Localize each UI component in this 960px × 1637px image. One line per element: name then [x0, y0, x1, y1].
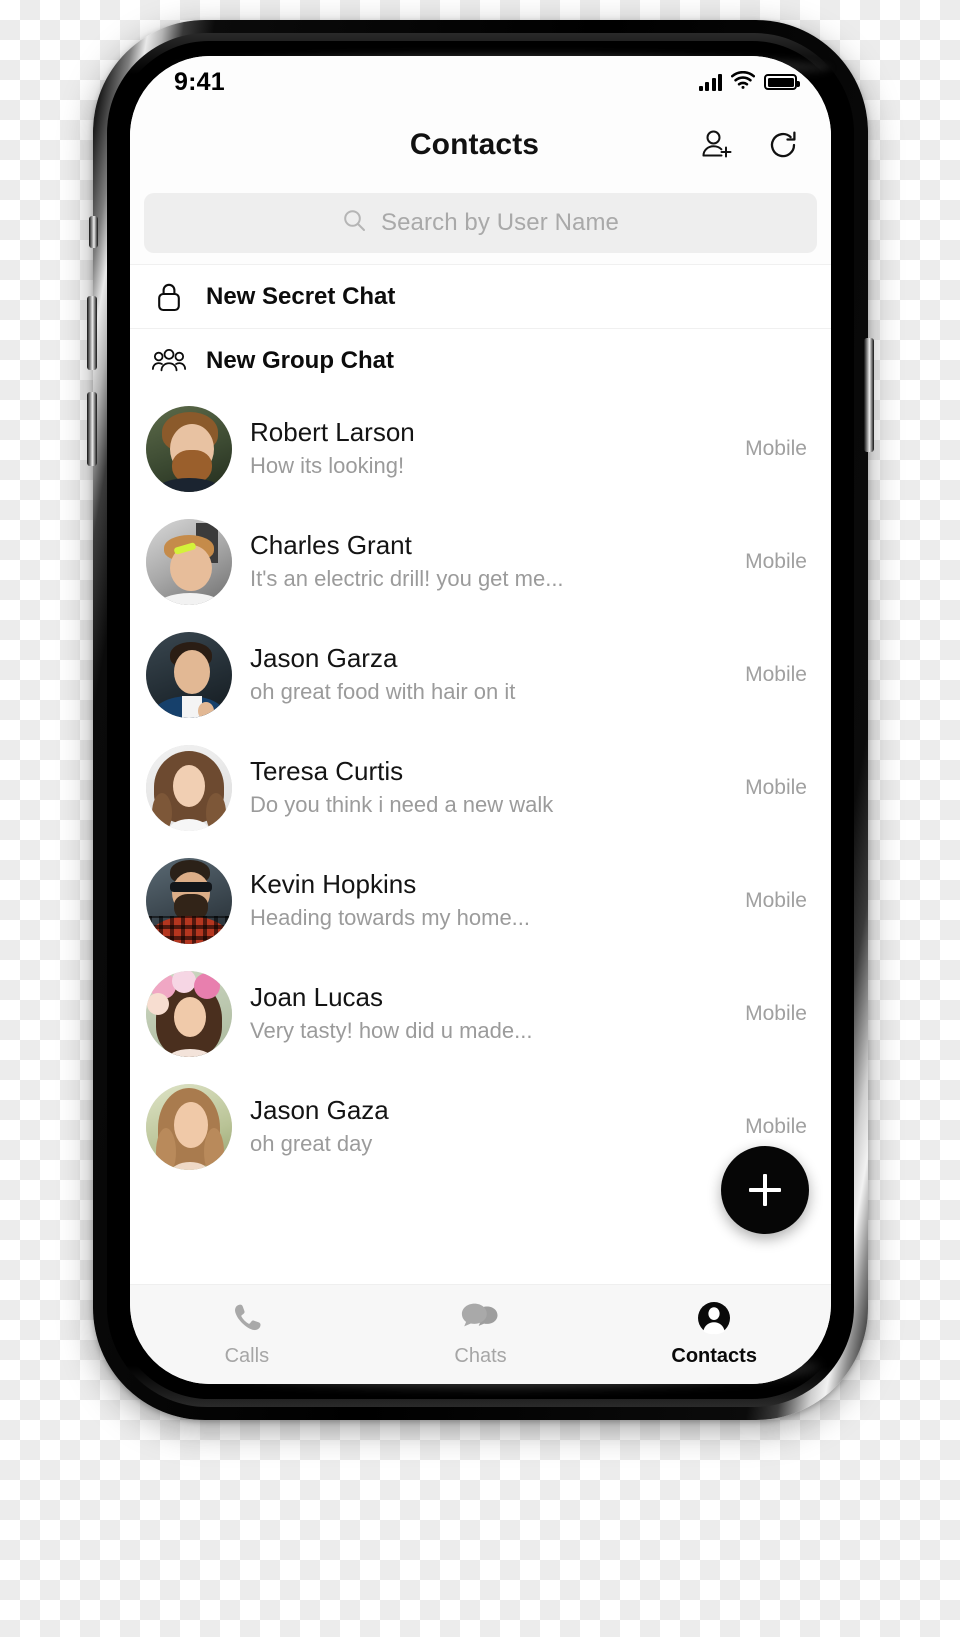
refresh-icon — [770, 131, 796, 158]
contact-list-item[interactable]: Charles Grant It's an electric drill! yo… — [130, 505, 831, 618]
header-actions — [697, 125, 803, 165]
tab-chats-label: Chats — [454, 1345, 507, 1367]
chat-bubbles-icon — [461, 1297, 501, 1339]
contact-list-item[interactable]: Jason Gaza oh great day Mobile — [130, 1070, 831, 1183]
contact-message: It's an electric drill! you get me... — [250, 566, 564, 592]
lock-icon — [152, 281, 186, 313]
contact-text: Robert Larson How its looking! — [250, 416, 727, 481]
contact-name: Teresa Curtis — [250, 755, 404, 786]
avatar — [146, 631, 232, 718]
person-filled-icon — [694, 1297, 734, 1339]
volume-up-button[interactable] — [87, 296, 97, 370]
power-button[interactable] — [864, 338, 874, 452]
phone-screen: 9:41 Contacts Search by User Name New Se… — [130, 56, 831, 1384]
contact-meta: Mobile — [745, 775, 807, 799]
contact-text: Charles Grant It's an electric drill! yo… — [250, 529, 727, 594]
phone-icon — [230, 1297, 264, 1339]
status-bar: 9:41 — [130, 56, 831, 108]
contact-list-item[interactable]: Jason Garza oh great food with hair on i… — [130, 618, 831, 731]
cellular-signal-icon — [698, 73, 722, 91]
refresh-button[interactable] — [763, 125, 803, 165]
search-placeholder: Search by User Name — [381, 209, 619, 236]
mute-switch-button[interactable] — [89, 216, 98, 248]
contact-meta: Mobile — [745, 888, 807, 912]
contact-meta: Mobile — [745, 549, 807, 573]
tab-contacts-label: Contacts — [671, 1345, 757, 1367]
person-add-icon — [702, 130, 732, 158]
volume-down-button[interactable] — [87, 392, 97, 466]
contact-text: Teresa Curtis Do you think i need a new … — [250, 755, 727, 820]
status-indicators — [698, 70, 800, 94]
contact-message: oh great day — [250, 1131, 373, 1157]
contact-meta: Mobile — [745, 662, 807, 686]
contact-name: Jason Gaza — [250, 1094, 389, 1125]
search-input[interactable]: Search by User Name — [144, 193, 817, 253]
avatar — [146, 857, 232, 944]
tab-contacts[interactable]: Contacts — [597, 1297, 831, 1368]
contact-name: Charles Grant — [250, 529, 412, 560]
battery-full-icon — [764, 74, 800, 90]
avatar — [146, 970, 232, 1057]
app-header: Contacts — [130, 108, 831, 182]
contact-meta: Mobile — [745, 436, 807, 460]
contact-name: Jason Garza — [250, 642, 398, 673]
new-group-chat-item[interactable]: New Group Chat — [130, 328, 831, 392]
phone-mockup: 9:41 Contacts Search by User Name New Se… — [87, 20, 874, 1420]
new-secret-chat-label: New Secret Chat — [206, 282, 396, 310]
contact-name: Kevin Hopkins — [250, 868, 417, 899]
contact-meta: Mobile — [745, 1114, 807, 1138]
avatar — [146, 518, 232, 605]
bottom-tab-bar: Calls Chats Contacts — [130, 1284, 831, 1384]
status-time: 9:41 — [174, 67, 225, 96]
contact-meta: Mobile — [745, 1001, 807, 1025]
contact-message: Do you think i need a new walk — [250, 792, 554, 818]
new-group-chat-label: New Group Chat — [206, 346, 395, 374]
avatar — [146, 744, 232, 831]
wifi-icon — [730, 70, 756, 94]
contact-message: Heading towards my home... — [250, 905, 531, 931]
contact-text: Kevin Hopkins Heading towards my home... — [250, 868, 727, 933]
contact-message: Very tasty! how did u made... — [250, 1018, 533, 1044]
contact-list[interactable]: Robert Larson How its looking! Mobile Ch… — [130, 392, 831, 1284]
contact-message: oh great food with hair on it — [250, 679, 516, 705]
contact-text: Jason Gaza oh great day — [250, 1094, 727, 1159]
tab-calls[interactable]: Calls — [130, 1297, 364, 1368]
group-people-icon — [152, 347, 186, 375]
search-icon — [342, 208, 367, 238]
contact-list-item[interactable]: Joan Lucas Very tasty! how did u made...… — [130, 957, 831, 1070]
plus-icon-vertical — [763, 1174, 767, 1206]
contact-text: Joan Lucas Very tasty! how did u made... — [250, 981, 727, 1046]
search-section: Search by User Name — [130, 182, 831, 264]
tab-chats[interactable]: Chats — [364, 1297, 598, 1368]
avatar — [146, 405, 232, 492]
contact-message: How its looking! — [250, 453, 405, 479]
contact-list-item[interactable]: Kevin Hopkins Heading towards my home...… — [130, 844, 831, 957]
avatar — [146, 1083, 232, 1170]
new-secret-chat-item[interactable]: New Secret Chat — [130, 264, 831, 328]
add-new-fab-button[interactable] — [721, 1146, 809, 1234]
contact-list-item[interactable]: Teresa Curtis Do you think i need a new … — [130, 731, 831, 844]
page-title: Contacts — [409, 128, 540, 161]
contact-name: Robert Larson — [250, 416, 415, 447]
contact-name: Joan Lucas — [250, 981, 383, 1012]
contact-list-item[interactable]: Robert Larson How its looking! Mobile — [130, 392, 831, 505]
contact-text: Jason Garza oh great food with hair on i… — [250, 642, 727, 707]
add-contact-button[interactable] — [697, 125, 737, 165]
tab-calls-label: Calls — [224, 1345, 270, 1367]
